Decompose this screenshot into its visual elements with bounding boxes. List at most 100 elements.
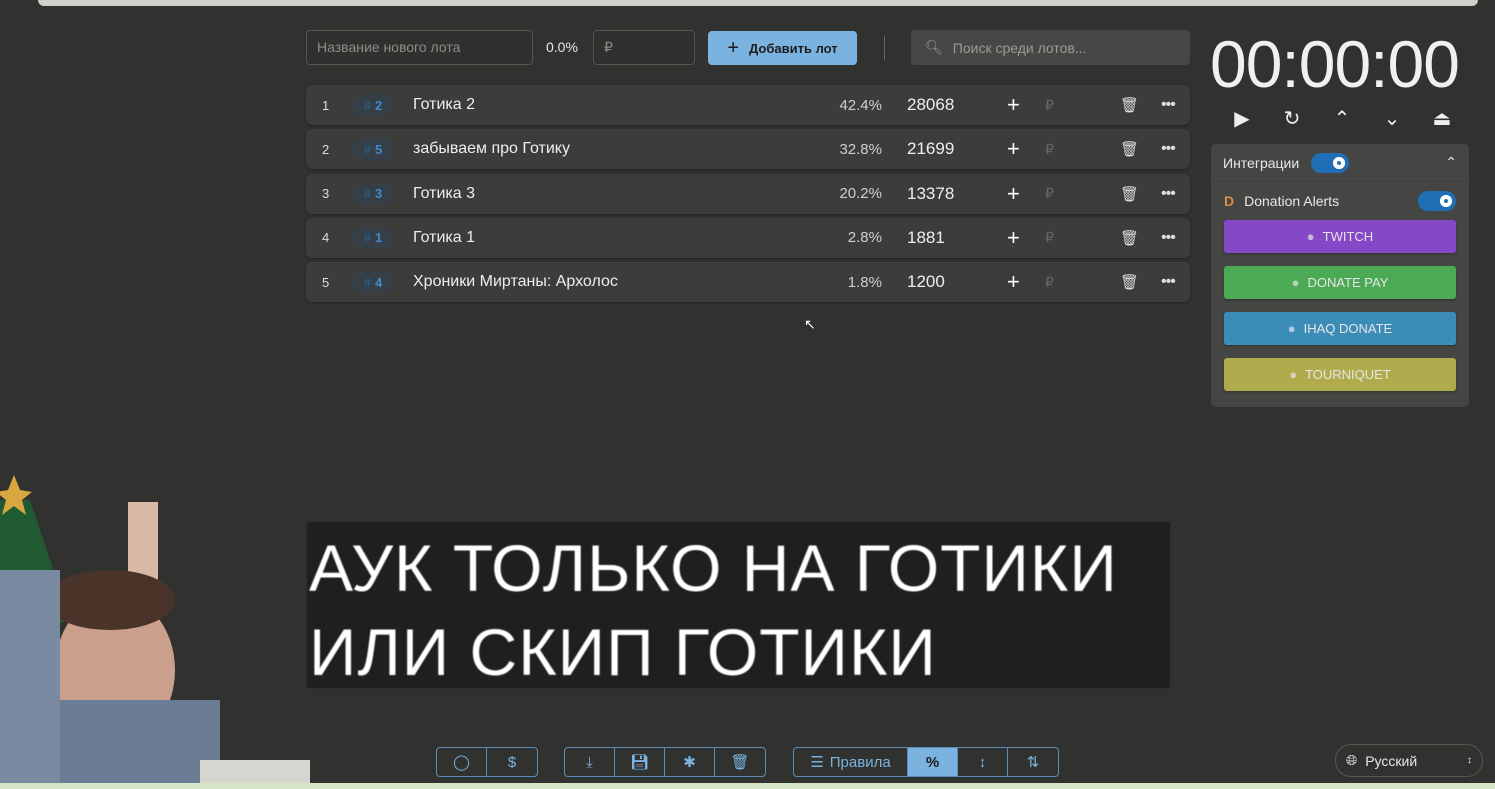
integration-label: DONATE PAY [1307, 275, 1389, 290]
reset-icon[interactable]: ↻ [1272, 106, 1312, 131]
add-amount-icon[interactable]: + [1007, 181, 1020, 207]
trash-icon[interactable]: 🗑︎ [1120, 96, 1139, 114]
integration-logo-icon: ● [1291, 275, 1300, 290]
lot-position: 4 [322, 230, 330, 246]
lot-name[interactable]: Готика 1 [413, 229, 475, 247]
chevron-up-icon[interactable]: ⌃ [1445, 154, 1457, 171]
new-lot-percent: 0.0% [546, 39, 578, 55]
integration-button-ihaq-donate[interactable]: ● IHAQ DONATE [1224, 312, 1456, 345]
lot-position: 1 [322, 97, 330, 113]
donation-alerts-toggle[interactable] [1418, 191, 1456, 211]
lot-id: 3 [375, 186, 383, 202]
lot-name[interactable]: забываем про Готику [413, 140, 570, 158]
lot-id: 1 [375, 230, 383, 246]
rules-label: Правила [829, 753, 891, 771]
lot-name[interactable]: Хроники Миртаны: Архолос [413, 273, 618, 291]
lot-name[interactable]: Готика 2 [413, 96, 475, 114]
lot-id-badge: #4 [352, 271, 394, 294]
add-amount-icon[interactable]: + [1007, 136, 1020, 162]
more-icon[interactable]: ••• [1161, 140, 1176, 158]
integrations-panel: Интеграции ⌃ D Donation Alerts ● TWITCH ● DON… [1211, 144, 1469, 407]
new-lot-amount-input[interactable]: ₽ [593, 30, 695, 65]
more-icon[interactable]: ••• [1161, 229, 1176, 247]
more-icon[interactable]: ••• [1161, 96, 1176, 114]
clear-lots-button[interactable]: 🗑︎ [715, 748, 765, 776]
lot-name[interactable]: Готика 3 [413, 185, 475, 203]
lot-id: 5 [375, 141, 383, 157]
lot-row: 3 #3 Готика 3 20.2% 13378 + ₽ 🗑︎ ••• [306, 173, 1190, 214]
trash-icon[interactable]: 🗑︎ [1120, 185, 1139, 203]
add-amount-icon[interactable]: + [1007, 269, 1020, 295]
integration-button-tourniquet[interactable]: ● TOURNIQUET [1224, 358, 1456, 391]
lot-id-badge: #1 [352, 226, 394, 249]
lot-row: 4 #1 Готика 1 2.8% 1881 + ₽ 🗑︎ ••• [306, 217, 1190, 258]
integration-label: TWITCH [1322, 229, 1374, 244]
bug-report-button[interactable]: ✱ [665, 748, 715, 776]
plus-icon: + [727, 36, 740, 59]
lot-percent: 42.4% [839, 96, 882, 114]
lot-amount[interactable]: 21699 [907, 139, 954, 159]
compact-toggle[interactable]: ↕ [958, 748, 1008, 776]
add-lot-button[interactable]: + Добавить лот [708, 31, 857, 65]
integration-label: IHAQ DONATE [1303, 321, 1393, 336]
donation-alerts-icon: D [1224, 193, 1235, 209]
divider [884, 36, 885, 60]
new-lot-name-input[interactable]: Название нового лота [306, 30, 533, 65]
sort-toggle[interactable]: ⇅ [1008, 748, 1058, 776]
webcam-overlay [0, 470, 310, 783]
lot-row: 2 #5 забываем про Готику 32.8% 21699 + ₽… [306, 129, 1190, 170]
trash-icon[interactable]: 🗑︎ [1120, 273, 1139, 291]
lot-percent: 1.8% [847, 273, 882, 291]
mouse-cursor: ↖ [804, 316, 816, 332]
more-icon[interactable]: ••• [1161, 273, 1176, 291]
browser-top-edge [38, 0, 1478, 6]
globe-icon: 🌐︎ [1346, 752, 1358, 768]
lot-percent: 32.8% [839, 140, 882, 158]
download-button[interactable]: ⤓ [565, 748, 615, 776]
lot-id: 4 [375, 274, 383, 290]
play-icon[interactable]: ▶ [1222, 106, 1262, 131]
chevron-up-icon[interactable]: ⌃ [1322, 106, 1362, 131]
donate-button[interactable]: $ [487, 748, 537, 776]
integration-logo-icon: ● [1287, 321, 1296, 336]
currency-input[interactable]: ₽ [1045, 274, 1054, 291]
collapse-icon[interactable]: ⏏ [1422, 106, 1462, 131]
banner-line-1: АУК ТОЛЬКО НА ГОТИКИ [309, 531, 1118, 605]
add-amount-icon[interactable]: + [1007, 225, 1020, 251]
integration-button-donate-pay[interactable]: ● DONATE PAY [1224, 266, 1456, 299]
donation-alerts-label: Donation Alerts [1244, 193, 1340, 209]
trash-icon[interactable]: 🗑︎ [1120, 140, 1139, 158]
lot-position: 2 [322, 141, 330, 157]
percent-toggle[interactable]: % [908, 748, 958, 776]
lot-amount[interactable]: 13378 [907, 184, 954, 204]
add-amount-icon[interactable]: + [1007, 92, 1020, 118]
add-lot-label: Добавить лот [749, 40, 838, 56]
integrations-title: Интеграции [1223, 154, 1300, 171]
language-select[interactable]: 🌐︎ Русский ↕ [1335, 744, 1483, 777]
github-button[interactable]: ◯ [437, 748, 487, 776]
bottom-edge [0, 783, 1495, 789]
lot-id: 2 [375, 97, 383, 113]
trash-icon[interactable]: 🗑︎ [1120, 229, 1139, 247]
integration-logo-icon: ● [1289, 367, 1298, 382]
integration-logo-icon: ● [1306, 229, 1315, 244]
lot-id-badge: #5 [352, 138, 394, 161]
integrations-toggle[interactable] [1311, 152, 1350, 173]
lot-amount[interactable]: 1200 [907, 272, 945, 292]
lot-amount[interactable]: 28068 [907, 95, 954, 115]
chevron-down-icon[interactable]: ⌄ [1372, 106, 1412, 131]
rules-button[interactable]: ☰ Правила [794, 748, 908, 776]
currency-input[interactable]: ₽ [1045, 185, 1054, 202]
banner-line-2: ИЛИ СКИП ГОТИКИ [309, 615, 937, 689]
save-button[interactable]: 💾︎ [615, 748, 665, 776]
lot-amount[interactable]: 1881 [907, 228, 945, 248]
search-input[interactable]: 🔍︎ Поиск среди лотов... [911, 30, 1190, 65]
list-icon: ☰ [810, 754, 824, 771]
integration-button-twitch[interactable]: ● TWITCH [1224, 220, 1456, 253]
currency-input[interactable]: ₽ [1045, 141, 1054, 158]
select-arrows-icon: ↕ [1467, 755, 1472, 766]
more-icon[interactable]: ••• [1161, 185, 1176, 203]
lot-position: 3 [322, 186, 330, 202]
currency-input[interactable]: ₽ [1045, 97, 1054, 114]
currency-input[interactable]: ₽ [1045, 229, 1054, 246]
